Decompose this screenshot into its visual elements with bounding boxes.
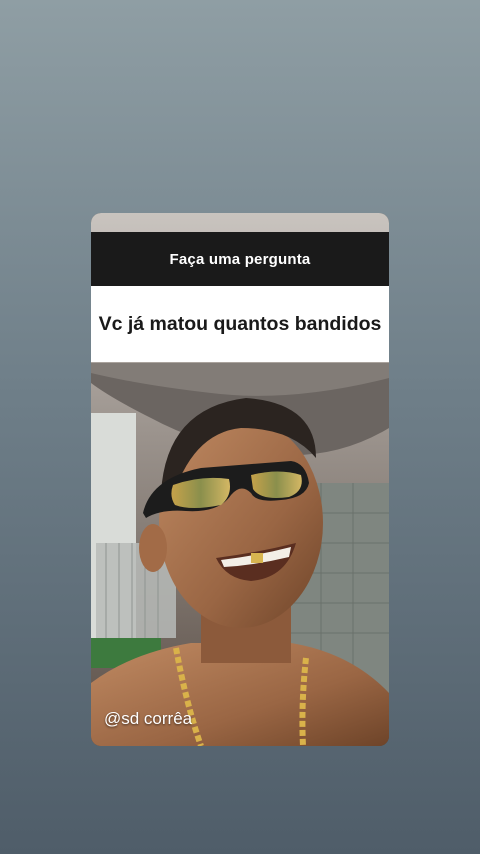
mention-tag[interactable]: @sd corrêa — [104, 709, 192, 729]
question-answer-text: Vc já matou quantos bandidos — [98, 312, 382, 335]
question-sticker-title: Faça uma pergunta — [169, 250, 311, 268]
story-card[interactable]: Faça uma pergunta Vc já matou quantos ba… — [91, 213, 389, 746]
question-sticker-answer[interactable]: Vc já matou quantos bandidos — [91, 286, 389, 362]
question-sticker-header: Faça uma pergunta — [91, 232, 389, 286]
